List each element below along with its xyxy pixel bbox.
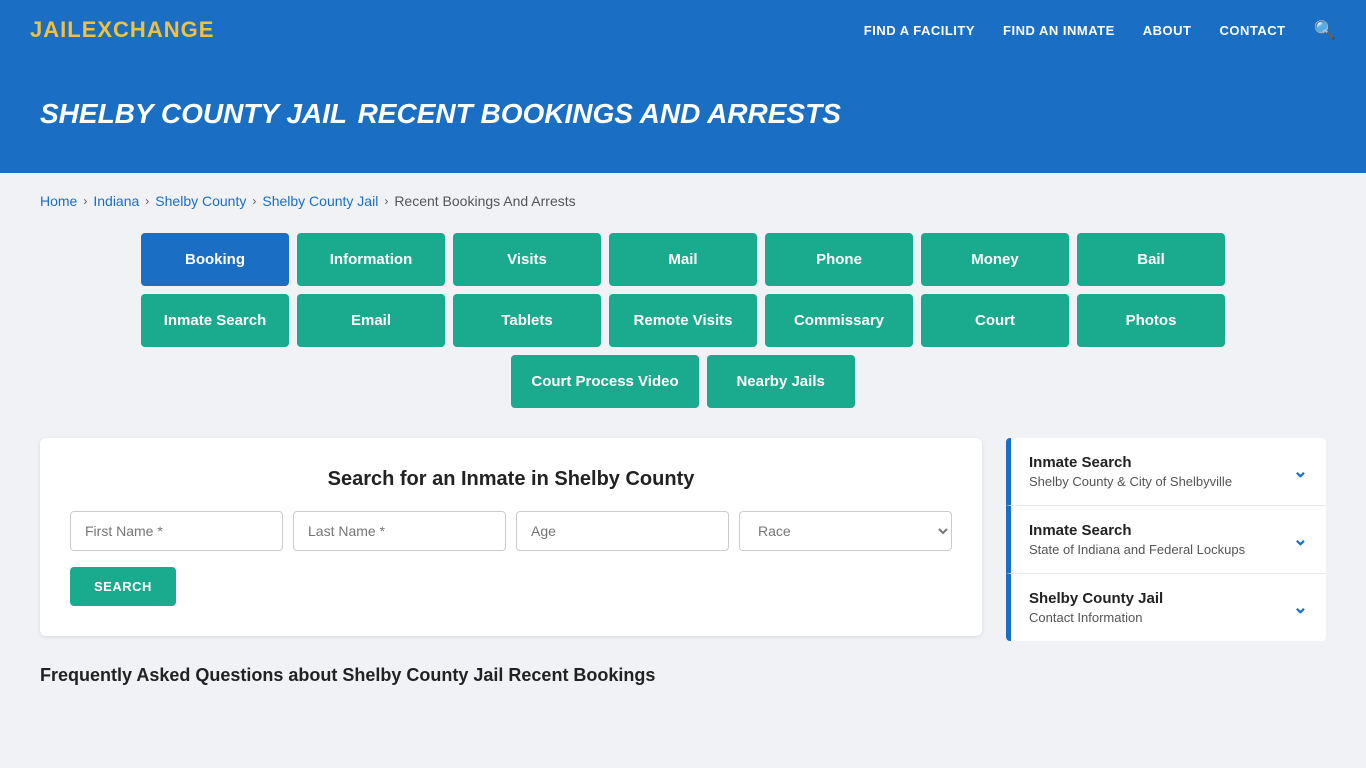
brand-logo[interactable]: JAILEXCHANGE (30, 17, 214, 43)
main-content: Home › Indiana › Shelby County › Shelby … (0, 173, 1366, 706)
btn-photos[interactable]: Photos (1077, 294, 1225, 347)
race-select[interactable]: Race White Black Hispanic Asian Other (739, 511, 952, 551)
btn-commissary[interactable]: Commissary (765, 294, 913, 347)
btn-tablets[interactable]: Tablets (453, 294, 601, 347)
search-fields: Race White Black Hispanic Asian Other (70, 511, 952, 551)
btn-row-3: Court Process Video Nearby Jails (511, 355, 854, 408)
nav-find-inmate[interactable]: FIND AN INMATE (1003, 23, 1115, 38)
breadcrumb-sep-4: › (384, 194, 388, 208)
first-name-input[interactable] (70, 511, 283, 551)
hero-title: Shelby County Jail RECENT BOOKINGS AND A… (40, 90, 1326, 133)
breadcrumb-indiana[interactable]: Indiana (93, 193, 139, 209)
chevron-down-icon-2: ⌄ (1293, 529, 1308, 550)
search-icon-button[interactable]: 🔍 (1314, 20, 1336, 41)
search-card: Search for an Inmate in Shelby County Ra… (40, 438, 982, 636)
sidebar-card-3-sub: Contact Information (1029, 610, 1163, 625)
breadcrumb-sep-1: › (83, 194, 87, 208)
btn-bail[interactable]: Bail (1077, 233, 1225, 286)
button-grid: Booking Information Visits Mail Phone Mo… (40, 233, 1326, 408)
breadcrumb-shelby-jail[interactable]: Shelby County Jail (262, 193, 378, 209)
btn-money[interactable]: Money (921, 233, 1069, 286)
sidebar-card-1[interactable]: Inmate Search Shelby County & City of Sh… (1006, 438, 1326, 506)
hero-section: Shelby County Jail RECENT BOOKINGS AND A… (0, 60, 1366, 173)
sidebar-card-1-title: Inmate Search (1029, 454, 1232, 471)
btn-row-2: Inmate Search Email Tablets Remote Visit… (141, 294, 1225, 347)
nav-contact[interactable]: CONTACT (1219, 23, 1285, 38)
navbar: JAILEXCHANGE FIND A FACILITY FIND AN INM… (0, 0, 1366, 60)
btn-visits[interactable]: Visits (453, 233, 601, 286)
sidebar-card-2[interactable]: Inmate Search State of Indiana and Feder… (1006, 506, 1326, 574)
btn-mail[interactable]: Mail (609, 233, 757, 286)
search-title: Search for an Inmate in Shelby County (70, 468, 952, 491)
nav-about[interactable]: ABOUT (1143, 23, 1192, 38)
btn-booking[interactable]: Booking (141, 233, 289, 286)
btn-inmate-search[interactable]: Inmate Search (141, 294, 289, 347)
sidebar-card-2-title: Inmate Search (1029, 522, 1245, 539)
brand-name-part2: XCHANGE (97, 17, 214, 42)
chevron-down-icon-1: ⌄ (1293, 461, 1308, 482)
breadcrumb-sep-2: › (145, 194, 149, 208)
sidebar-card-3-title: Shelby County Jail (1029, 590, 1163, 607)
sidebar-card-2-sub: State of Indiana and Federal Lockups (1029, 542, 1245, 557)
brand-highlight: E (82, 17, 98, 42)
hero-title-main: Shelby County Jail (40, 98, 347, 129)
sidebar-card-1-sub: Shelby County & City of Shelbyville (1029, 474, 1232, 489)
breadcrumb-shelby-county[interactable]: Shelby County (155, 193, 246, 209)
sidebar-cards: Inmate Search Shelby County & City of Sh… (1006, 438, 1326, 641)
bottom-hint: Frequently Asked Questions about Shelby … (40, 665, 1326, 686)
nav-find-facility[interactable]: FIND A FACILITY (864, 23, 975, 38)
btn-court[interactable]: Court (921, 294, 1069, 347)
lower-section: Search for an Inmate in Shelby County Ra… (40, 438, 1326, 641)
age-input[interactable] (516, 511, 729, 551)
search-button[interactable]: SEARCH (70, 567, 176, 606)
btn-nearby-jails[interactable]: Nearby Jails (707, 355, 855, 408)
btn-court-process-video[interactable]: Court Process Video (511, 355, 698, 408)
brand-name-part1: JAIL (30, 17, 82, 42)
breadcrumb-home[interactable]: Home (40, 193, 77, 209)
btn-phone[interactable]: Phone (765, 233, 913, 286)
btn-information[interactable]: Information (297, 233, 445, 286)
hero-title-sub: RECENT BOOKINGS AND ARRESTS (358, 98, 841, 129)
sidebar-card-3[interactable]: Shelby County Jail Contact Information ⌄ (1006, 574, 1326, 641)
chevron-down-icon-3: ⌄ (1293, 597, 1308, 618)
btn-remote-visits[interactable]: Remote Visits (609, 294, 757, 347)
breadcrumb-current: Recent Bookings And Arrests (394, 193, 575, 209)
breadcrumb: Home › Indiana › Shelby County › Shelby … (40, 193, 1326, 209)
btn-email[interactable]: Email (297, 294, 445, 347)
breadcrumb-sep-3: › (252, 194, 256, 208)
btn-row-1: Booking Information Visits Mail Phone Mo… (141, 233, 1225, 286)
navbar-links: FIND A FACILITY FIND AN INMATE ABOUT CON… (864, 20, 1336, 41)
last-name-input[interactable] (293, 511, 506, 551)
